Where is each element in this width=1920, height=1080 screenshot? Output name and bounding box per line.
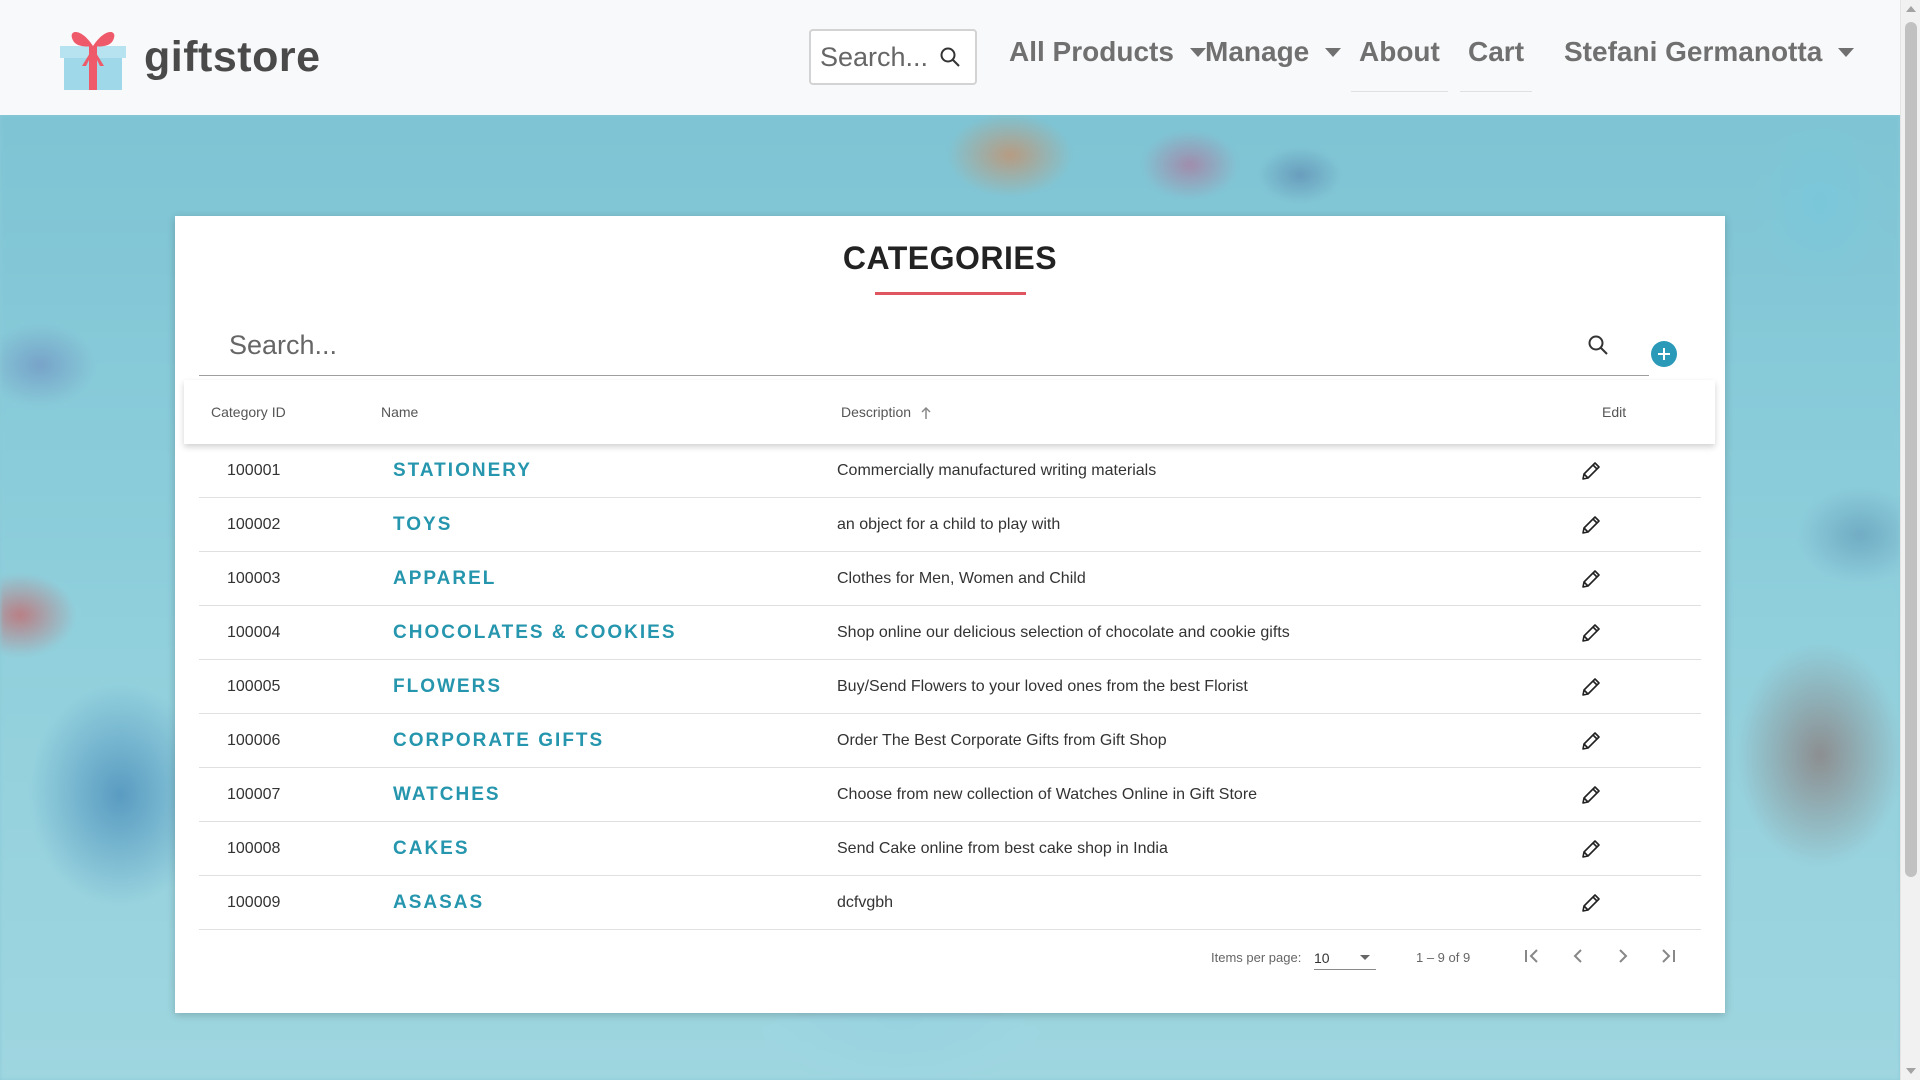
pencil-icon[interactable] <box>1579 513 1603 537</box>
scroll-down-icon[interactable] <box>1906 1068 1916 1074</box>
category-id-cell: 100001 <box>227 462 281 479</box>
page-scrollbar[interactable] <box>1900 0 1920 1080</box>
pencil-icon[interactable] <box>1579 783 1603 807</box>
nav-cart-label: Cart <box>1468 36 1525 67</box>
header-name[interactable]: Name <box>381 404 418 420</box>
header-description-label: Description <box>841 404 912 420</box>
category-description-cell: Buy/Send Flowers to your loved ones from… <box>837 678 1248 695</box>
category-id-cell: 100008 <box>227 840 281 857</box>
search-icon[interactable] <box>1587 334 1609 361</box>
category-name-link[interactable]: CHOCOLATES & COOKIES <box>393 622 677 644</box>
category-id-cell: 100007 <box>227 786 281 803</box>
nav-user-label: Stefani Germanotta <box>1564 36 1823 67</box>
table-row: 100002 TOYS an object for a child to play … <box>199 498 1701 552</box>
first-page-icon[interactable] <box>1520 944 1544 968</box>
pencil-icon[interactable] <box>1579 837 1603 861</box>
pencil-icon[interactable] <box>1579 621 1603 645</box>
scroll-up-icon[interactable] <box>1906 6 1916 12</box>
table-row: 100006 CORPORATE GIFTS Order The Best Corp… <box>199 714 1701 768</box>
nav-search-input[interactable] <box>820 41 930 73</box>
table-body: 100001 STATIONERY Commercially manufacture… <box>199 444 1701 930</box>
category-name-link[interactable]: WATCHES <box>393 784 501 806</box>
table-row: 100009 ASASAS dcfvgbh <box>199 876 1701 930</box>
last-page-icon[interactable] <box>1656 944 1680 968</box>
brand[interactable]: giftstore <box>60 22 321 92</box>
brand-name: giftstore <box>144 32 321 81</box>
table-row: 100007 WATCHES Choose from new collection … <box>199 768 1701 822</box>
nav-user-menu[interactable]: Stefani Germanotta <box>1564 36 1855 68</box>
nav-about-label: About <box>1359 36 1440 67</box>
header-edit: Edit <box>1602 404 1627 420</box>
chevron-down-icon <box>1838 47 1855 57</box>
chevron-right-icon[interactable] <box>1611 944 1635 968</box>
items-per-page-value: 10 <box>1314 950 1330 966</box>
table-row: 100001 STATIONERY Commercially manufacture… <box>199 444 1701 498</box>
pencil-icon[interactable] <box>1579 729 1603 753</box>
category-name-link[interactable]: FLOWERS <box>393 676 502 698</box>
search-icon[interactable] <box>939 46 961 73</box>
category-name-link[interactable]: APPAREL <box>393 568 496 590</box>
pencil-icon[interactable] <box>1579 891 1603 915</box>
header-category-id[interactable]: Category ID <box>211 404 286 420</box>
category-description-cell: Send Cake online from best cake shop in … <box>837 840 1168 857</box>
category-id-cell: 100003 <box>227 570 281 587</box>
navbar: giftstore All Products Manage About Cart… <box>0 0 1900 115</box>
chevron-down-icon <box>1360 955 1370 960</box>
category-description-cell: Clothes for Men, Women and Child <box>837 570 1086 587</box>
category-name-link[interactable]: STATIONERY <box>393 460 532 482</box>
add-category-button[interactable] <box>1651 341 1677 367</box>
category-id-cell: 100009 <box>227 894 281 911</box>
nav-manage[interactable]: Manage <box>1205 36 1342 68</box>
category-description-cell: Commercially manufactured writing materi… <box>837 462 1157 479</box>
category-description-cell: an object for a child to play with <box>837 516 1061 533</box>
items-per-page-select[interactable]: 10 <box>1314 942 1376 970</box>
category-id-cell: 100004 <box>227 624 281 641</box>
category-description-cell: Shop online our delicious selection of c… <box>837 624 1290 641</box>
category-description-cell: Order The Best Corporate Gifts from Gift… <box>837 732 1167 749</box>
category-id-cell: 100005 <box>227 678 281 695</box>
table-search-box[interactable] <box>199 316 1649 376</box>
paginator: Items per page: 10 1 – 9 of 9 <box>175 938 1725 978</box>
pencil-icon[interactable] <box>1579 675 1603 699</box>
category-id-cell: 100002 <box>227 516 281 533</box>
pencil-icon[interactable] <box>1579 567 1603 591</box>
category-name-link[interactable]: ASASAS <box>393 892 484 914</box>
page-title: CATEGORIES <box>842 240 1058 276</box>
nav-about[interactable]: About <box>1351 36 1448 92</box>
category-name-link[interactable]: CORPORATE GIFTS <box>393 730 604 752</box>
table-row: 100004 CHOCOLATES & COOKIES Shop online ou… <box>199 606 1701 660</box>
nav-manage-label: Manage <box>1205 36 1310 67</box>
table-row: 100008 CAKES Send Cake online from best ca… <box>199 822 1701 876</box>
nav-cart[interactable]: Cart <box>1459 36 1533 92</box>
title-underline <box>875 292 1026 295</box>
items-per-page-label: Items per page: <box>1211 950 1302 965</box>
chevron-down-icon <box>1189 47 1206 57</box>
scrollbar-thumb[interactable] <box>1905 22 1917 877</box>
category-name-link[interactable]: CAKES <box>393 838 470 860</box>
chevron-left-icon[interactable] <box>1566 944 1590 968</box>
table-row: 100003 APPAREL Clothes for Men, Women and … <box>199 552 1701 606</box>
nav-all-products[interactable]: All Products <box>1009 36 1206 68</box>
nav-search-box[interactable] <box>809 29 977 85</box>
chevron-down-icon <box>1325 47 1342 57</box>
table-search-input[interactable] <box>229 330 1529 361</box>
nav-all-products-label: All Products <box>1009 36 1174 67</box>
page-range-label: 1 – 9 of 9 <box>1416 950 1471 965</box>
sort-ascending-icon <box>921 407 931 420</box>
table-row: 100005 FLOWERS Buy/Send Flowers to your lo… <box>199 660 1701 714</box>
header-description[interactable]: Description <box>841 404 931 420</box>
plus-circle-icon <box>1658 348 1670 360</box>
category-name-link[interactable]: TOYS <box>393 514 452 536</box>
pencil-icon[interactable] <box>1579 459 1603 483</box>
category-id-cell: 100006 <box>227 732 281 749</box>
table-header: Category ID Name Description Edit <box>184 380 1715 444</box>
category-description-cell: Choose from new collection of Watches On… <box>837 786 1258 803</box>
category-description-cell: dcfvgbh <box>837 894 894 911</box>
categories-card: CATEGORIES Category ID Name Description … <box>175 216 1725 1013</box>
gift-logo-icon <box>60 22 126 92</box>
